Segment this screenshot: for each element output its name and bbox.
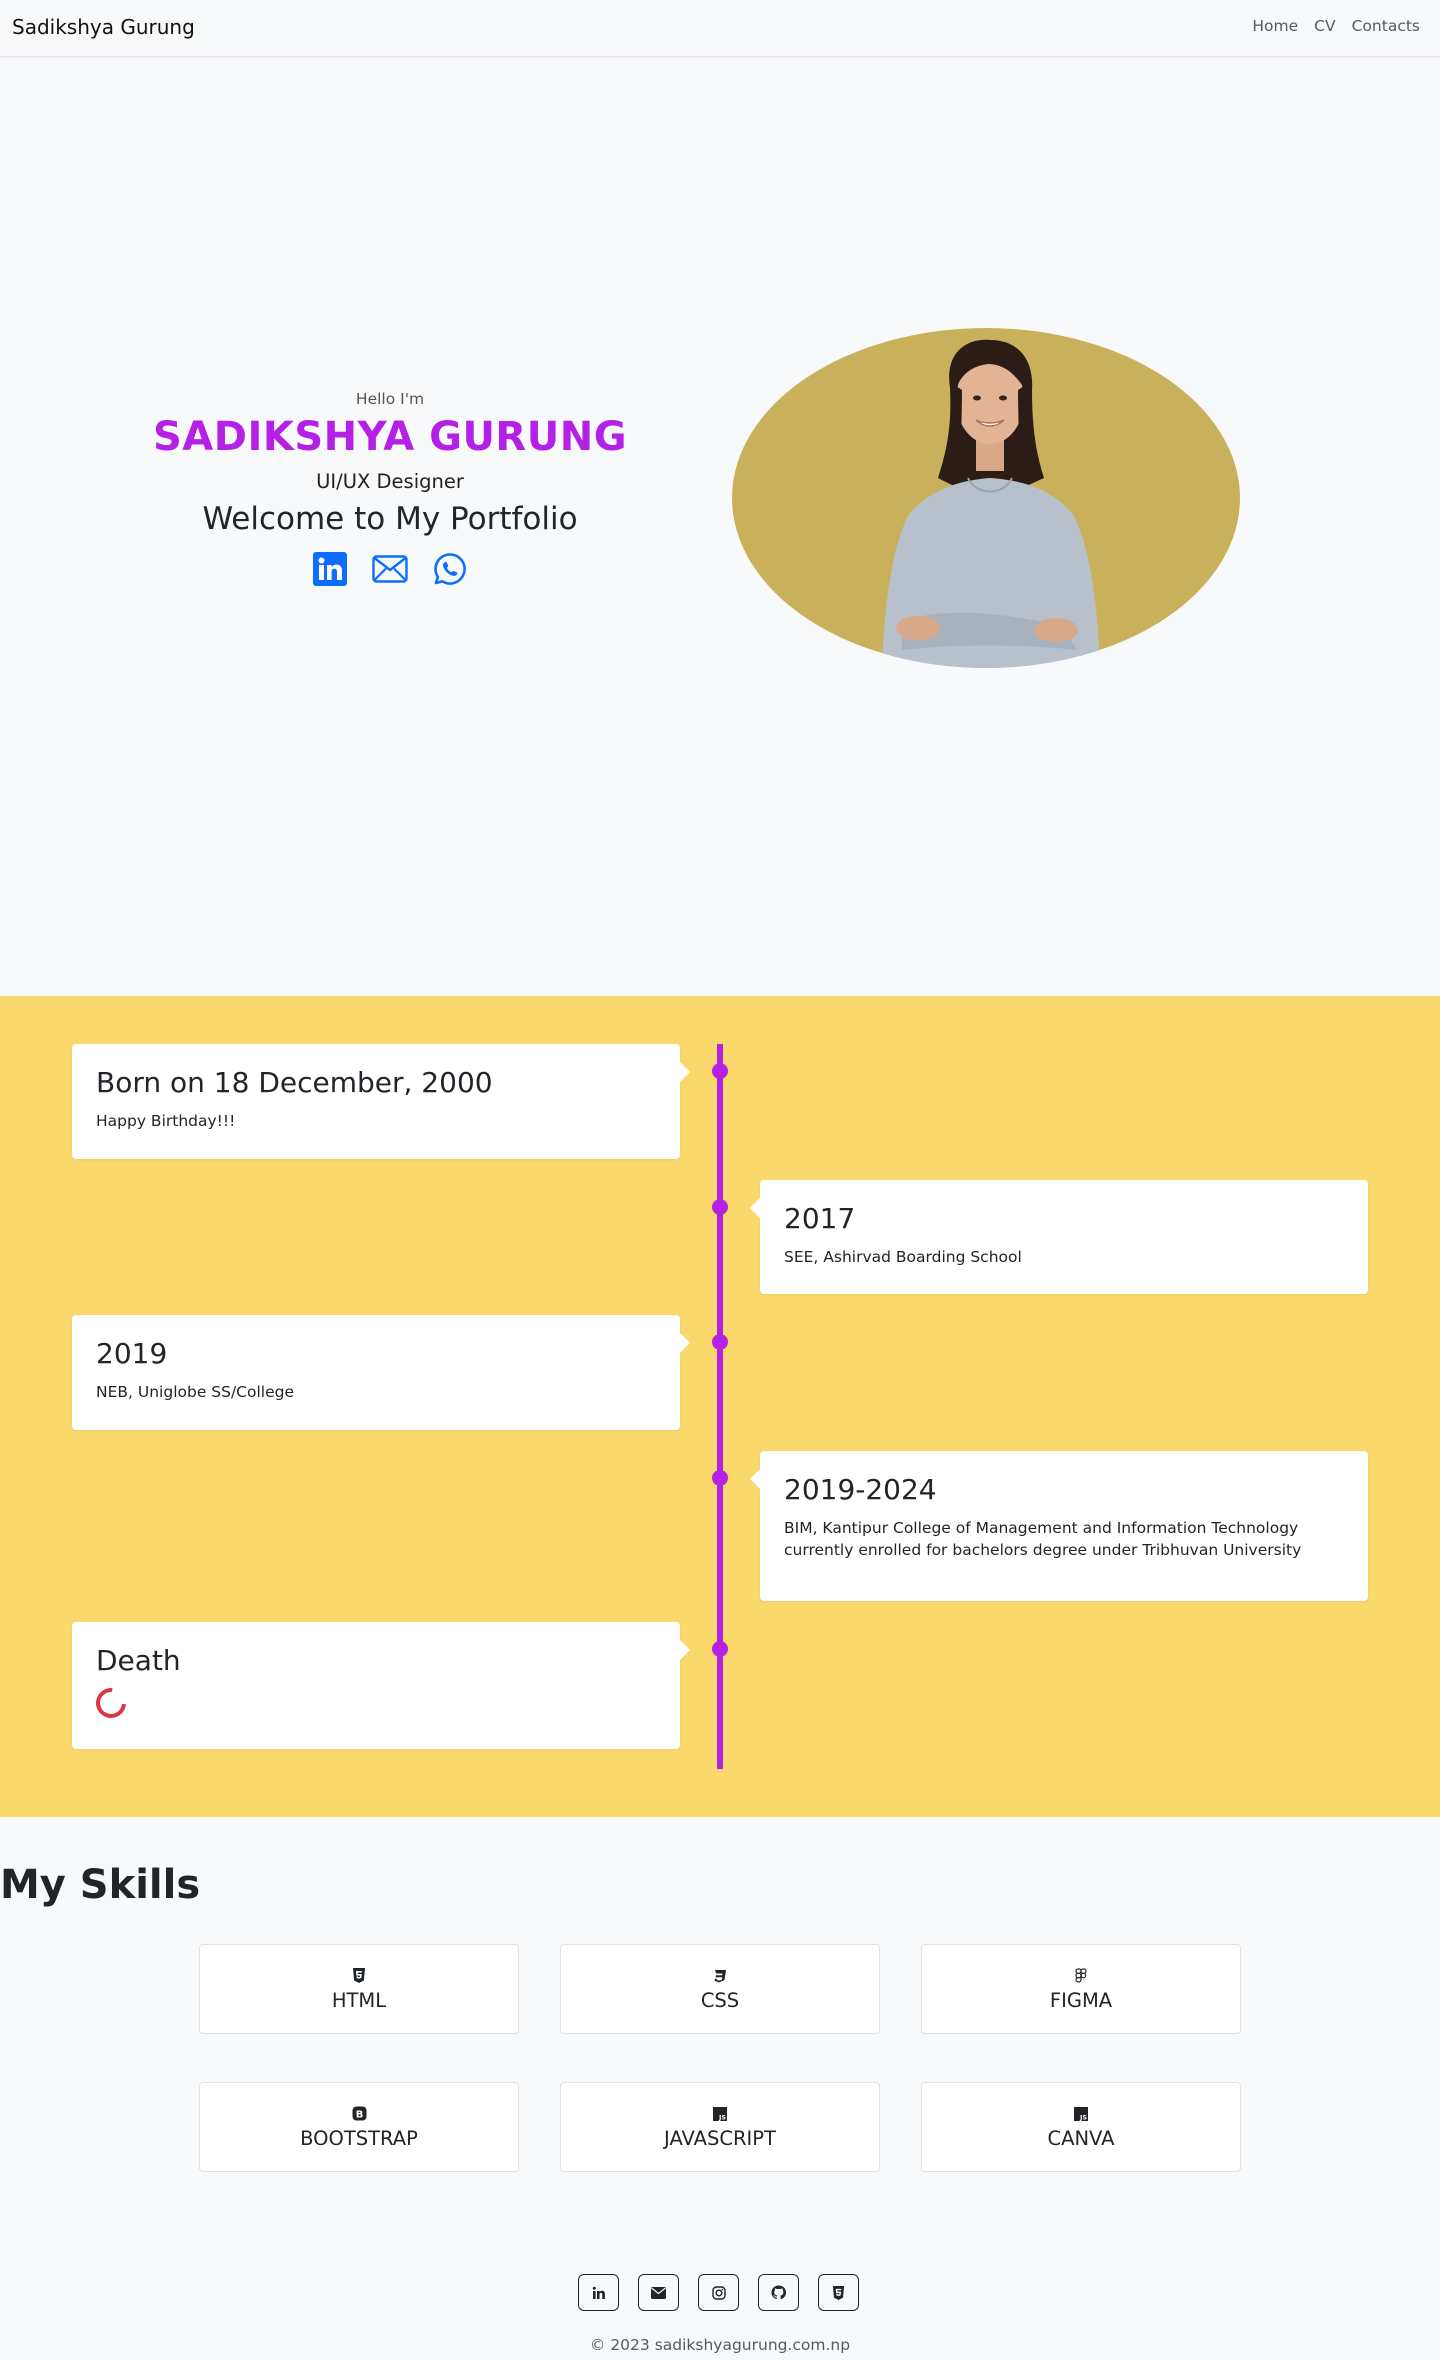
timeline-dot (712, 1641, 728, 1657)
timeline-section: Born on 18 December, 2000 Happy Birthday… (0, 996, 1440, 1817)
hero-role: UI/UX Designer (316, 470, 464, 493)
timeline-card: 2019 NEB, Uniglobe SS/College (72, 1315, 690, 1430)
github-icon (771, 2285, 786, 2300)
timeline-card: Born on 18 December, 2000 Happy Birthday… (72, 1044, 690, 1159)
html5-icon (350, 1967, 368, 1985)
canva-icon: JS (1072, 2105, 1090, 2123)
skill-name: FIGMA (1049, 1988, 1113, 2012)
skill-name: BOOTSTRAP (300, 2126, 418, 2150)
footer-email-button[interactable] (638, 2274, 679, 2311)
whatsapp-icon (434, 553, 466, 585)
timeline-title: Death (96, 1644, 181, 1677)
timeline-card: 2017 SEE, Ashirvad Boarding School (750, 1180, 1368, 1294)
footer-linkedin-button[interactable] (578, 2274, 619, 2311)
linkedin-icon (313, 552, 347, 586)
timeline-description: BIM, Kantipur College of Management and … (784, 1518, 1302, 1560)
hero-socials (130, 551, 650, 587)
skill-name: JAVASCRIPT (664, 2126, 776, 2150)
brand-link[interactable]: Sadikshya Gurung (12, 15, 195, 39)
html5-icon (832, 2285, 845, 2300)
timeline-title: 2019-2024 (784, 1473, 937, 1506)
timeline-line (717, 1044, 723, 1769)
timeline-dot (712, 1470, 728, 1486)
skill-card: CSS (560, 1944, 880, 2034)
timeline-description: Happy Birthday!!! (96, 1111, 236, 1130)
timeline-description: SEE, Ashirvad Boarding School (784, 1247, 1022, 1266)
bootstrap-icon: B (350, 2105, 368, 2123)
footer-instagram-button[interactable] (698, 2274, 739, 2311)
profile-photo (732, 328, 1240, 668)
linkedin-icon (592, 2286, 605, 2299)
skill-name: CSS (700, 1988, 740, 2012)
svg-text:B: B (355, 2109, 363, 2120)
timeline-card: Death (72, 1622, 690, 1749)
linkedin-link[interactable] (312, 551, 348, 587)
timeline-dot (712, 1334, 728, 1350)
nav-link-contacts[interactable]: Contacts (1352, 17, 1420, 35)
skill-name: CANVA (1047, 2126, 1115, 2150)
timeline-title: Born on 18 December, 2000 (96, 1066, 493, 1099)
hero-greeting: Hello I'm (355, 390, 425, 408)
skill-card: HTML (199, 1944, 519, 2034)
skill-name: HTML (331, 1988, 387, 2012)
nav-link-cv[interactable]: CV (1314, 17, 1335, 35)
timeline-dot (712, 1199, 728, 1215)
css3-icon (711, 1967, 729, 1985)
figma-icon (1072, 1967, 1090, 1985)
navbar: Sadikshya Gurung Home CV Contacts (0, 0, 1440, 57)
profile-illustration (882, 339, 1100, 668)
hero-welcome: Welcome to My Portfolio (202, 501, 578, 537)
timeline-title: 2017 (784, 1202, 856, 1235)
nav-links: Home CV Contacts (1252, 17, 1420, 35)
skill-card: JS CANVA (921, 2082, 1241, 2172)
timeline-description: NEB, Uniglobe SS/College (96, 1382, 295, 1401)
whatsapp-link[interactable] (432, 551, 468, 587)
skill-card: B BOOTSTRAP (199, 2082, 519, 2172)
hero-name: SADIKSHYA GURUNG (152, 414, 628, 460)
email-link[interactable] (372, 551, 408, 587)
envelope-icon (372, 555, 408, 583)
hero-text: Hello I'm SADIKSHYA GURUNG UI/UX Designe… (130, 390, 650, 587)
timeline-dot (712, 1063, 728, 1079)
nav-link-home[interactable]: Home (1252, 17, 1298, 35)
copyright-text: © 2023 sadikshyagurung.com.np (589, 2336, 851, 2354)
loading-spinner (89, 1681, 133, 1724)
skill-card: JS JAVASCRIPT (560, 2082, 880, 2172)
envelope-icon (651, 2286, 666, 2299)
skill-card: FIGMA (921, 1944, 1241, 2034)
instagram-icon (711, 2285, 726, 2300)
footer-html5-button[interactable] (818, 2274, 859, 2311)
javascript-icon: JS (711, 2105, 729, 2123)
footer-github-button[interactable] (758, 2274, 799, 2311)
timeline-card: 2019-2024 BIM, Kantipur College of Manag… (750, 1451, 1368, 1601)
svg-text:JS: JS (1079, 2113, 1087, 2121)
footer-social-buttons (578, 2274, 859, 2311)
skills-title: My Skills (0, 1862, 201, 1908)
svg-text:JS: JS (718, 2113, 726, 2121)
timeline-title: 2019 (96, 1337, 168, 1370)
